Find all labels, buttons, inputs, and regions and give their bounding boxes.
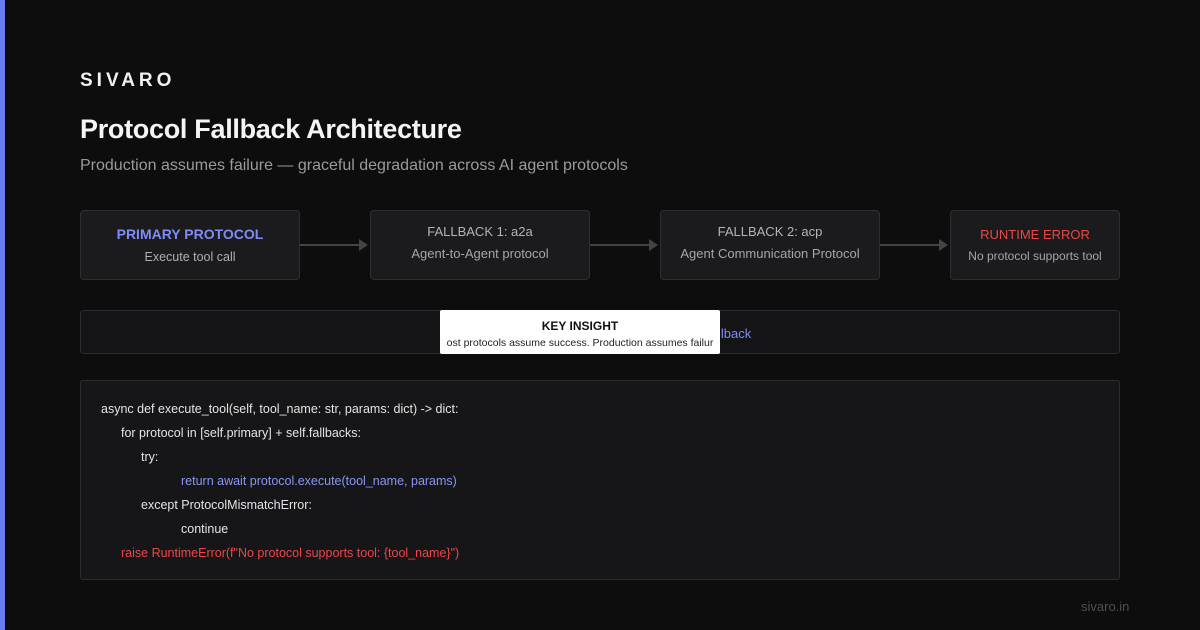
code-line: raise RuntimeError(f"No protocol support… — [121, 546, 460, 560]
code-line: continue — [181, 522, 229, 536]
code-line: try: — [141, 450, 159, 464]
code-line: for protocol in [self.primary] + self.fa… — [121, 426, 362, 440]
fallback2-node: FALLBACK 2: acp Agent Communication Prot… — [660, 210, 880, 280]
fallback1-description: Agent-to-Agent protocol — [411, 246, 549, 261]
fallback1-heading: FALLBACK 1: a2a — [427, 224, 533, 239]
primary-protocol-node: PRIMARY PROTOCOL Execute tool call — [80, 210, 300, 280]
code-line: except ProtocolMismatchError: — [141, 498, 312, 512]
code-line: async def execute_tool(self, tool_name: … — [101, 402, 459, 416]
arrow-fallback2-to-error — [880, 239, 948, 251]
code-line: return await protocol.execute(tool_name,… — [181, 474, 457, 488]
runtime-error-node: RUNTIME ERROR No protocol supports tool — [950, 210, 1120, 280]
runtime-error-description: No protocol supports tool — [968, 249, 1102, 263]
fallback1-node: FALLBACK 1: a2a Agent-to-Agent protocol — [370, 210, 590, 280]
key-insight-heading: KEY INSIGHT — [541, 319, 619, 333]
fallback2-heading: FALLBACK 2: acp — [717, 224, 823, 239]
primary-protocol-heading: PRIMARY PROTOCOL — [116, 226, 264, 242]
page-title: Protocol Fallback Architecture — [80, 114, 462, 144]
runtime-error-heading: RUNTIME ERROR — [980, 227, 1090, 242]
insight-bar-text: llback — [718, 326, 752, 341]
primary-protocol-description: Execute tool call — [144, 250, 236, 264]
key-insight-text: ost protocols assume success. Production… — [446, 337, 714, 349]
fallback2-description: Agent Communication Protocol — [680, 246, 860, 261]
brand-logo: SIVARO — [80, 70, 176, 91]
key-insight-popup: KEY INSIGHT ost protocols assume success… — [440, 310, 720, 354]
page-subtitle: Production assumes failure — graceful de… — [80, 157, 628, 174]
arrow-primary-to-fallback1 — [300, 239, 368, 251]
code-block: async def execute_tool(self, tool_name: … — [80, 380, 1120, 580]
footer-url: sivaro.in — [1081, 599, 1130, 614]
accent-bar — [0, 0, 5, 630]
arrow-fallback1-to-fallback2 — [590, 239, 658, 251]
